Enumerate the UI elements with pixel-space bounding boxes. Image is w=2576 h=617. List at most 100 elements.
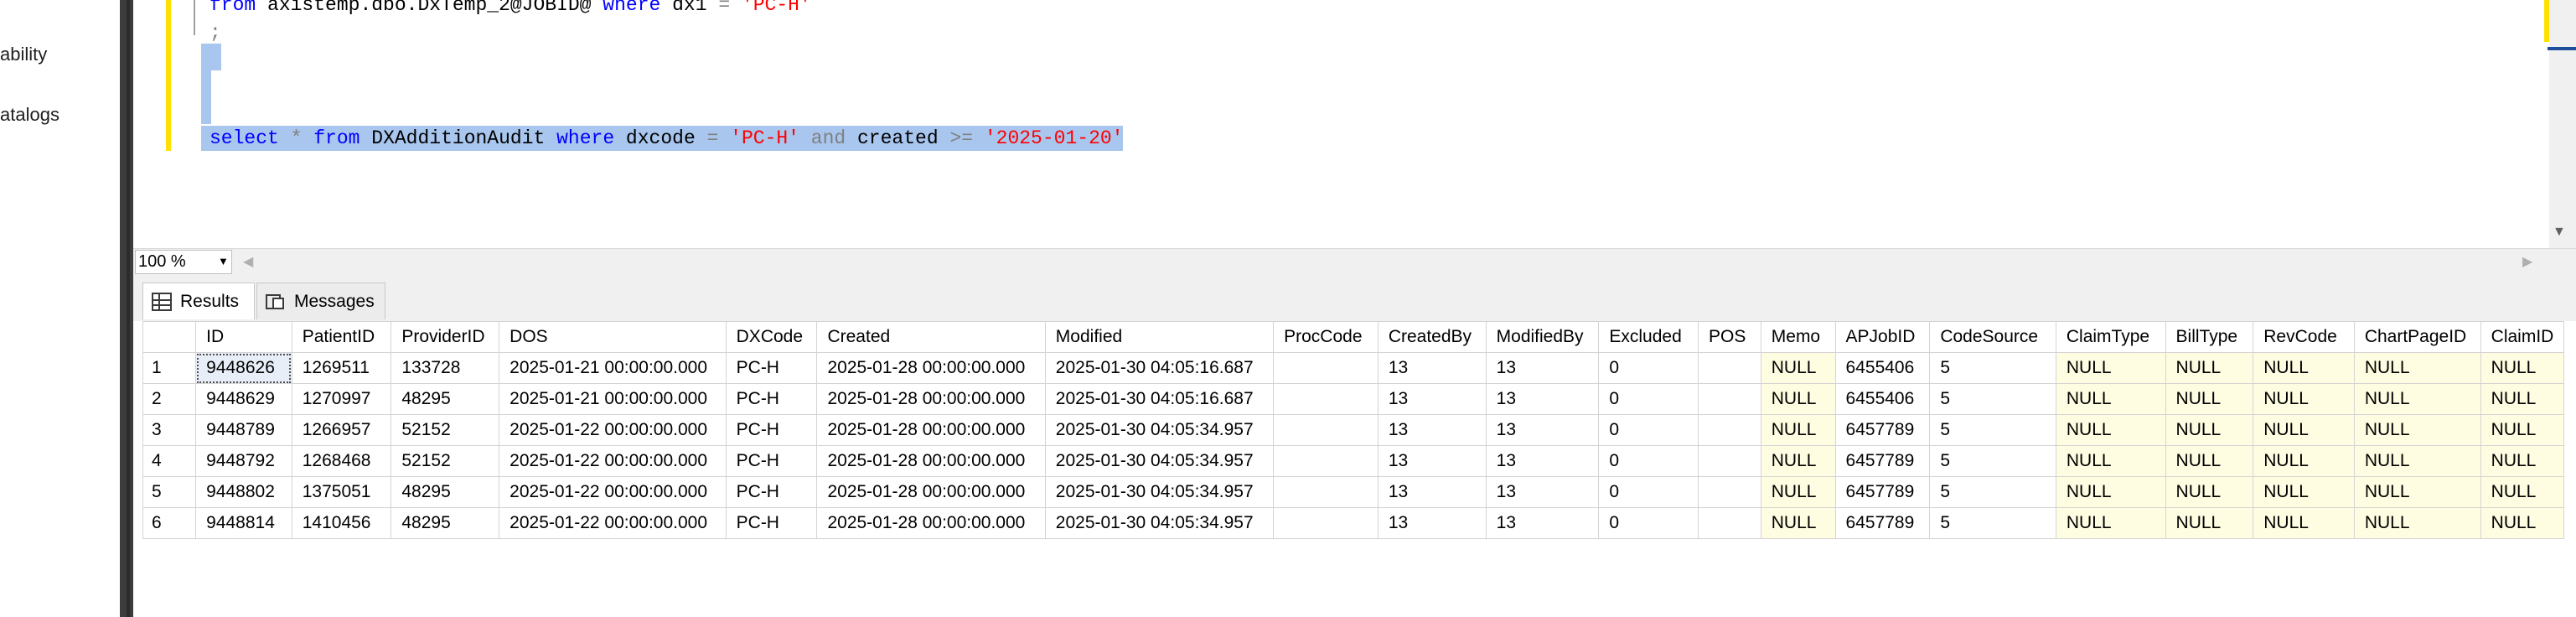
grid-cell[interactable]: 13 xyxy=(1485,445,1600,477)
grid-cell[interactable]: 0 xyxy=(1598,352,1699,384)
grid-cell[interactable]: NULL xyxy=(2253,476,2355,508)
column-header-claimtype[interactable]: ClaimType xyxy=(2055,321,2166,353)
table-row[interactable]: 1 9448626 1269511 133728 2025-01-21 00:00:00… xyxy=(142,352,2564,384)
grid-cell[interactable]: NULL xyxy=(2353,383,2481,415)
grid-cell[interactable]: NULL xyxy=(2055,414,2166,446)
row-number-cell[interactable]: 6 xyxy=(142,507,197,539)
grid-cell[interactable]: 13 xyxy=(1485,414,1600,446)
column-header-memo[interactable]: Memo xyxy=(1760,321,1836,353)
code-line-from[interactable]: from axistemp.dbo.DxTemp_2@JOBID@ where … xyxy=(209,0,811,18)
column-header-dos[interactable]: DOS xyxy=(499,321,727,353)
grid-cell[interactable]: NULL xyxy=(2480,383,2564,415)
grid-cell[interactable]: 2025-01-22 00:00:00.000 xyxy=(499,507,727,539)
grid-cell[interactable]: 2025-01-28 00:00:00.000 xyxy=(816,414,1046,446)
grid-cell[interactable]: NULL xyxy=(2480,414,2564,446)
grid-cell[interactable] xyxy=(1273,352,1379,384)
grid-cell[interactable]: 9448792 xyxy=(195,445,292,477)
scroll-right-arrow-icon[interactable]: ▶ xyxy=(2522,253,2532,270)
grid-cell[interactable]: 52152 xyxy=(391,445,500,477)
grid-cell[interactable]: NULL xyxy=(2353,507,2481,539)
scroll-left-arrow-icon[interactable]: ◀ xyxy=(243,253,253,270)
column-header-createdby[interactable]: CreatedBy xyxy=(1377,321,1487,353)
grid-cell[interactable]: 5 xyxy=(1929,383,2056,415)
grid-cell[interactable]: NULL xyxy=(2353,352,2481,384)
query-editor[interactable] xyxy=(133,0,2549,248)
grid-cell[interactable]: 5 xyxy=(1929,414,2056,446)
column-header-codesource[interactable]: CodeSource xyxy=(1929,321,2056,353)
grid-cell[interactable]: 2025-01-21 00:00:00.000 xyxy=(499,383,727,415)
column-header-modified[interactable]: Modified xyxy=(1044,321,1275,353)
scroll-down-arrow-icon[interactable]: ▼ xyxy=(2553,225,2566,240)
grid-cell[interactable]: 2025-01-30 04:05:34.957 xyxy=(1044,507,1275,539)
grid-cell[interactable]: 9448789 xyxy=(195,414,292,446)
grid-cell[interactable]: 5 xyxy=(1929,352,2056,384)
table-row[interactable]: 5 9448802 1375051 48295 2025-01-22 00:00:00.… xyxy=(142,476,2564,508)
grid-cell[interactable]: 13 xyxy=(1485,352,1600,384)
tab-results[interactable]: Results xyxy=(142,283,255,319)
grid-cell[interactable]: NULL xyxy=(2165,383,2254,415)
grid-cell[interactable]: 9448629 xyxy=(195,383,292,415)
grid-cell[interactable]: 13 xyxy=(1485,383,1600,415)
column-header-patientid[interactable]: PatientID xyxy=(291,321,392,353)
grid-cell[interactable]: 0 xyxy=(1598,383,1699,415)
grid-cell[interactable]: 0 xyxy=(1598,476,1699,508)
code-line-semicolon[interactable]: ; xyxy=(209,20,221,45)
row-number-cell[interactable]: 5 xyxy=(142,476,197,508)
grid-cell[interactable]: NULL xyxy=(2353,445,2481,477)
grid-cell[interactable]: PC-H xyxy=(725,445,818,477)
grid-cell[interactable]: NULL xyxy=(2480,445,2564,477)
column-header-excluded[interactable]: Excluded xyxy=(1598,321,1699,353)
grid-cell[interactable]: 13 xyxy=(1377,507,1487,539)
grid-cell[interactable]: 2025-01-22 00:00:00.000 xyxy=(499,445,727,477)
grid-cell[interactable]: 2025-01-30 04:05:34.957 xyxy=(1044,414,1275,446)
column-header-chartpageid[interactable]: ChartPageID xyxy=(2353,321,2481,353)
explorer-item-availability[interactable]: ability xyxy=(0,44,47,65)
column-header-dxcode[interactable]: DXCode xyxy=(725,321,818,353)
table-row[interactable]: 6 9448814 1410456 48295 2025-01-22 00:00:00.… xyxy=(142,507,2564,539)
grid-cell[interactable]: NULL xyxy=(2353,476,2481,508)
table-row[interactable]: 2 9448629 1270997 48295 2025-01-21 00:00:00.… xyxy=(142,383,2564,415)
editor-vertical-scrollbar[interactable] xyxy=(2549,0,2576,248)
grid-cell[interactable]: 133728 xyxy=(391,352,500,384)
grid-cell[interactable] xyxy=(1698,445,1761,477)
grid-cell[interactable]: NULL xyxy=(2253,383,2355,415)
grid-cell[interactable]: 13 xyxy=(1485,476,1600,508)
grid-cell[interactable]: PC-H xyxy=(725,476,818,508)
grid-cell[interactable]: 2025-01-22 00:00:00.000 xyxy=(499,476,727,508)
grid-cell[interactable]: NULL xyxy=(2165,414,2254,446)
tab-messages[interactable]: Messages xyxy=(256,283,385,319)
grid-cell[interactable]: 6457789 xyxy=(1834,445,1931,477)
table-row[interactable]: 3 9448789 1266957 52152 2025-01-22 00:00:00.… xyxy=(142,414,2564,446)
grid-cell[interactable]: 48295 xyxy=(391,476,500,508)
row-number-cell[interactable]: 1 xyxy=(142,352,197,384)
grid-cell[interactable]: PC-H xyxy=(725,507,818,539)
grid-cell[interactable]: NULL xyxy=(1760,383,1836,415)
grid-cell[interactable]: 13 xyxy=(1377,352,1487,384)
grid-cell[interactable]: 1375051 xyxy=(291,476,392,508)
row-number-cell[interactable]: 2 xyxy=(142,383,197,415)
grid-cell[interactable]: NULL xyxy=(2480,476,2564,508)
column-header-providerid[interactable]: ProviderID xyxy=(391,321,500,353)
grid-cell[interactable]: 13 xyxy=(1377,383,1487,415)
grid-cell[interactable]: 1266957 xyxy=(291,414,392,446)
grid-cell[interactable]: 2025-01-21 00:00:00.000 xyxy=(499,352,727,384)
grid-cell[interactable]: NULL xyxy=(2480,507,2564,539)
grid-cell[interactable]: 1270997 xyxy=(291,383,392,415)
column-header-billtype[interactable]: BillType xyxy=(2165,321,2254,353)
grid-cell[interactable]: NULL xyxy=(2165,476,2254,508)
grid-cell[interactable]: PC-H xyxy=(725,352,818,384)
grid-cell[interactable] xyxy=(1698,476,1761,508)
grid-cell[interactable]: 2025-01-30 04:05:34.957 xyxy=(1044,476,1275,508)
grid-cell[interactable]: 13 xyxy=(1377,445,1487,477)
grid-cell[interactable]: NULL xyxy=(2253,414,2355,446)
grid-cell[interactable]: NULL xyxy=(2253,507,2355,539)
grid-cell[interactable]: NULL xyxy=(2253,445,2355,477)
grid-cell[interactable]: 2025-01-28 00:00:00.000 xyxy=(816,445,1046,477)
column-header-apjobid[interactable]: APJobID xyxy=(1834,321,1931,353)
grid-cell[interactable]: NULL xyxy=(2353,414,2481,446)
grid-cell[interactable]: 6455406 xyxy=(1834,383,1931,415)
grid-cell[interactable] xyxy=(1698,352,1761,384)
grid-cell[interactable]: 2025-01-22 00:00:00.000 xyxy=(499,414,727,446)
grid-cell[interactable]: NULL xyxy=(1760,507,1836,539)
grid-cell[interactable]: NULL xyxy=(1760,476,1836,508)
